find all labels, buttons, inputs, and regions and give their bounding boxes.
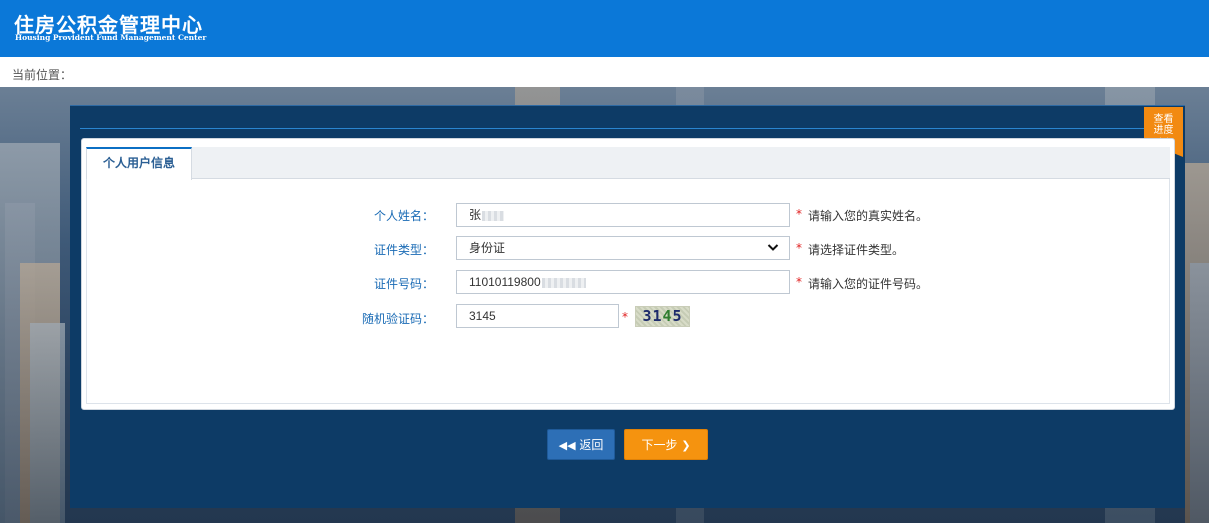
id-number-hint: 请输入您的证件号码。: [808, 277, 929, 291]
id-type-hint: 请选择证件类型。: [808, 243, 905, 257]
required-mark: *: [796, 207, 802, 221]
next-step-button[interactable]: 下一步 ❯: [624, 429, 708, 460]
tab-strip: 个人用户信息: [86, 147, 1170, 180]
chevron-down-icon: [767, 237, 779, 267]
id-type-select[interactable]: 身份证: [456, 236, 790, 260]
breadcrumb: 当前位置：: [12, 68, 73, 82]
id-number-input[interactable]: 11010119800: [456, 270, 790, 294]
breadcrumb-bar: 当前位置：: [0, 57, 1209, 87]
back-button-label: 返回: [579, 438, 604, 452]
captcha-input[interactable]: 3145: [456, 304, 619, 328]
id-number-label: 证件号码：: [373, 277, 434, 291]
back-button[interactable]: ◀◀ 返回: [547, 429, 615, 460]
progress-tab-line1: 查看: [1153, 114, 1174, 125]
chevron-right-icon: ❯: [681, 439, 691, 452]
redacted-mask: [541, 277, 586, 288]
site-subtitle: Housing Provident Fund Management Center: [15, 33, 207, 42]
required-mark: *: [796, 275, 802, 289]
double-chevron-left-icon: ◀◀: [558, 439, 576, 452]
panel-divider: [80, 128, 1175, 129]
redacted-mask: [482, 210, 505, 221]
captcha-image[interactable]: 3145: [635, 306, 690, 327]
captcha-label: 随机验证码：: [361, 312, 434, 326]
name-input[interactable]: 张: [456, 203, 790, 227]
name-hint: 请输入您的真实姓名。: [808, 209, 929, 223]
page-header: 住房公积金管理中心 Housing Provident Fund Managem…: [0, 0, 1209, 57]
required-mark: *: [796, 241, 802, 255]
next-button-label: 下一步: [641, 438, 678, 452]
name-label: 个人姓名：: [373, 209, 434, 223]
tab-personal-info[interactable]: 个人用户信息: [86, 147, 192, 180]
required-mark: *: [622, 310, 628, 324]
progress-tab-line2: 进度: [1153, 125, 1174, 136]
id-type-label: 证件类型：: [373, 243, 434, 257]
